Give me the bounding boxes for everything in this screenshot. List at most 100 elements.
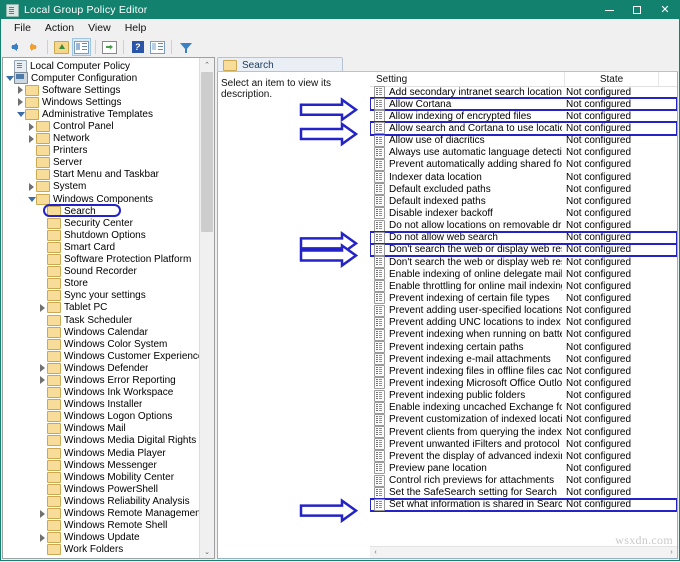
tree-node[interactable]: Windows Settings <box>5 96 200 108</box>
tree-node[interactable]: Windows Ink Workspace <box>5 387 200 399</box>
table-row[interactable]: Prevent unwanted iFilters and protocol h… <box>370 438 677 450</box>
tree-node[interactable]: Local Computer Policy <box>5 60 200 72</box>
table-row[interactable]: Disable indexer backoffNot configured <box>370 207 677 219</box>
tree-node[interactable]: Windows Update <box>5 532 200 544</box>
tree-node[interactable]: Windows Mail <box>5 423 200 435</box>
tree-node[interactable]: Start Menu and Taskbar <box>5 169 200 181</box>
tree-node[interactable]: Network <box>5 133 200 145</box>
chevron-right-icon[interactable] <box>27 135 36 143</box>
tree-node[interactable]: Windows Components <box>5 193 200 205</box>
tree-node[interactable]: Tablet PC <box>5 302 200 314</box>
table-row[interactable]: Prevent indexing of certain file typesNo… <box>370 292 677 304</box>
table-row[interactable]: Set what information is shared in Search… <box>370 499 677 511</box>
table-row[interactable]: Allow use of diacriticsNot configured <box>370 135 677 147</box>
tree-node[interactable]: Windows Remote Management (Wir <box>5 507 200 519</box>
table-row[interactable]: Prevent automatically adding shared fold… <box>370 159 677 171</box>
table-row[interactable]: Allow search and Cortana to use location… <box>370 122 677 134</box>
table-row[interactable]: Don't search the web or display web resu… <box>370 244 677 256</box>
tree-scroll-up-button[interactable]: ⌃ <box>200 58 214 71</box>
tree-node[interactable]: Sound Recorder <box>5 266 200 278</box>
tree-node[interactable]: Windows Remote Shell <box>5 520 200 532</box>
table-row[interactable]: Always use automatic language detection … <box>370 147 677 159</box>
properties-button[interactable] <box>148 38 167 56</box>
tree-node[interactable]: Task Scheduler <box>5 314 200 326</box>
table-row[interactable]: Indexer data locationNot configured <box>370 171 677 183</box>
tree-node[interactable]: Security Center <box>5 217 200 229</box>
tree-node[interactable]: Windows PowerShell <box>5 483 200 495</box>
hscroll-track[interactable] <box>381 549 666 556</box>
chevron-down-icon[interactable] <box>27 197 36 202</box>
up-one-level-button[interactable] <box>52 38 71 56</box>
forward-button[interactable] <box>24 38 43 56</box>
table-row[interactable]: Prevent indexing files in offline files … <box>370 365 677 377</box>
table-row[interactable]: Prevent adding UNC locations to index fr… <box>370 317 677 329</box>
close-button[interactable]: ✕ <box>651 1 679 19</box>
menu-view[interactable]: View <box>81 21 118 35</box>
filter-button[interactable] <box>176 38 195 56</box>
tab-search[interactable]: Search <box>217 57 343 72</box>
menu-action[interactable]: Action <box>38 21 81 35</box>
table-row[interactable]: Set the SafeSearch setting for SearchNot… <box>370 487 677 499</box>
column-header-state[interactable]: State <box>565 72 659 86</box>
tree-node[interactable]: Windows Installer <box>5 399 200 411</box>
tree-node[interactable]: Windows Messenger <box>5 459 200 471</box>
table-row[interactable]: Do not allow web searchNot configured <box>370 232 677 244</box>
tree-node[interactable]: Windows Media Digital Rights Mana <box>5 435 200 447</box>
tree-node[interactable]: Server <box>5 157 200 169</box>
tree-node[interactable]: System <box>5 181 200 193</box>
table-row[interactable]: Allow CortanaNot configured <box>370 98 677 110</box>
menu-file[interactable]: File <box>7 21 38 35</box>
table-row[interactable]: Prevent customization of indexed locatio… <box>370 414 677 426</box>
table-row[interactable]: Enable throttling for online mail indexi… <box>370 280 677 292</box>
chevron-right-icon[interactable] <box>27 123 36 131</box>
table-row[interactable]: Add secondary intranet search locationsN… <box>370 86 677 98</box>
table-row[interactable]: Default indexed pathsNot configured <box>370 195 677 207</box>
tree-node[interactable]: Administrative Templates <box>5 108 200 120</box>
menu-help[interactable]: Help <box>118 21 154 35</box>
tree-node[interactable]: Search <box>5 205 200 217</box>
tree-node[interactable]: Sync your settings <box>5 290 200 302</box>
tree-node[interactable]: Windows Logon Options <box>5 411 200 423</box>
table-row[interactable]: Prevent the display of advanced indexing… <box>370 450 677 462</box>
table-row[interactable]: Do not allow locations on removable driv… <box>370 220 677 232</box>
chevron-right-icon[interactable] <box>38 510 47 518</box>
table-row[interactable]: Preview pane locationNot configured <box>370 462 677 474</box>
chevron-right-icon[interactable] <box>27 183 36 191</box>
chevron-right-icon[interactable] <box>38 364 47 372</box>
table-row[interactable]: Prevent indexing Microsoft Office Outloo… <box>370 377 677 389</box>
table-row[interactable]: Enable indexing uncached Exchange folder… <box>370 402 677 414</box>
tree-node[interactable]: Software Protection Platform <box>5 254 200 266</box>
tree-node[interactable]: Software Settings <box>5 84 200 96</box>
tree-node[interactable]: Smart Card <box>5 241 200 253</box>
hscroll-right-button[interactable]: › <box>666 549 677 556</box>
table-row[interactable]: Prevent indexing when running on battery… <box>370 329 677 341</box>
table-row[interactable]: Prevent indexing certain pathsNot config… <box>370 341 677 353</box>
maximize-button[interactable] <box>623 1 651 19</box>
tree-node[interactable]: Windows Defender <box>5 362 200 374</box>
chevron-right-icon[interactable] <box>38 304 47 312</box>
chevron-right-icon[interactable] <box>38 376 47 384</box>
list-rows[interactable]: Add secondary intranet search locationsN… <box>370 86 677 547</box>
tree-node[interactable]: Shutdown Options <box>5 229 200 241</box>
tree-node[interactable]: Computer Configuration <box>5 72 200 84</box>
tree-vertical-scrollbar[interactable]: ⌃ ⌄ <box>199 58 214 558</box>
table-row[interactable]: Don't search the web or display web resu… <box>370 256 677 268</box>
table-row[interactable]: Control rich previews for attachmentsNot… <box>370 475 677 487</box>
table-row[interactable]: Enable indexing of online delegate mailb… <box>370 268 677 280</box>
table-row[interactable]: Prevent indexing public foldersNot confi… <box>370 390 677 402</box>
column-header-setting[interactable]: Setting <box>370 72 565 86</box>
tree-node[interactable]: Work Folders <box>5 544 200 556</box>
tree-node[interactable]: Store <box>5 278 200 290</box>
export-list-button[interactable] <box>100 38 119 56</box>
tree-node[interactable]: Control Panel <box>5 120 200 132</box>
show-hide-console-tree-button[interactable] <box>72 38 91 56</box>
tree-node[interactable]: Windows Reliability Analysis <box>5 495 200 507</box>
hscroll-left-button[interactable]: ‹ <box>370 549 381 556</box>
tree-node[interactable]: Windows Calendar <box>5 326 200 338</box>
tree-node[interactable]: Printers <box>5 145 200 157</box>
tree-node[interactable]: Windows Color System <box>5 338 200 350</box>
chevron-right-icon[interactable] <box>16 98 25 106</box>
help-button[interactable]: ? <box>128 38 147 56</box>
tree-scroll-down-button[interactable]: ⌄ <box>200 545 214 558</box>
tree-node[interactable]: Windows Media Player <box>5 447 200 459</box>
